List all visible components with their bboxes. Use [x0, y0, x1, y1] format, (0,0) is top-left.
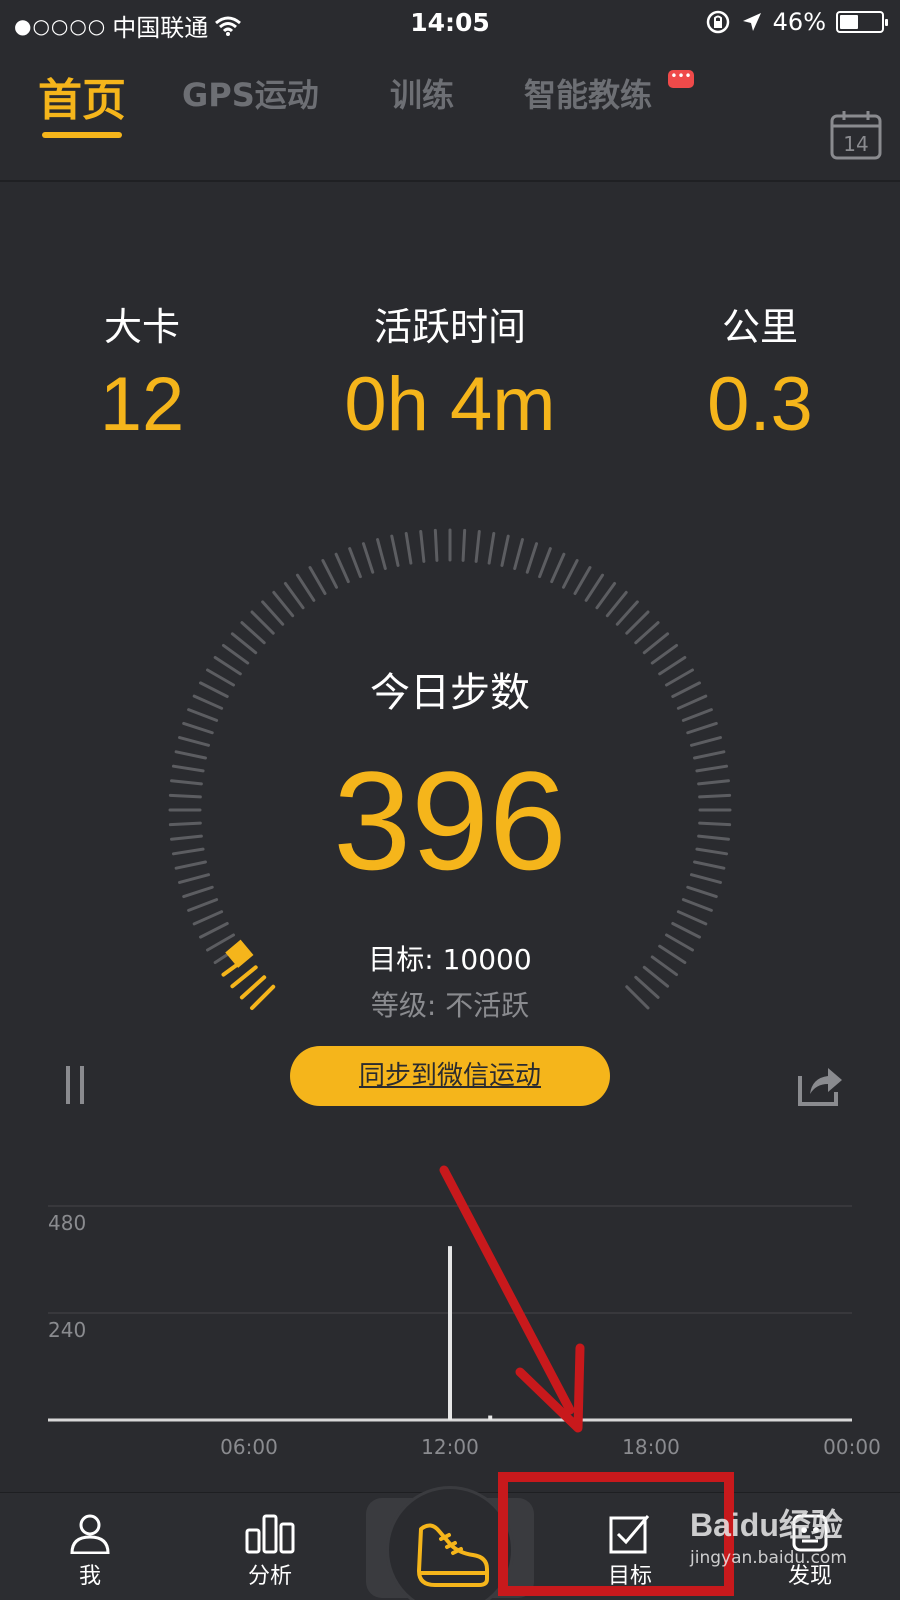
- tabbar-me-label: 我: [78, 1564, 101, 1589]
- shoe-icon: [417, 1523, 489, 1587]
- gauge-tick: [615, 600, 639, 626]
- gauge-tick: [625, 610, 650, 635]
- step-goal: 目标: 10000: [368, 943, 532, 976]
- stat-active-time-value: 0h 4m: [344, 362, 556, 447]
- chart-y-tick-label: 480: [48, 1211, 86, 1235]
- baidu-watermark: Baidu经验 jingyan.baidu.com: [690, 1500, 890, 1590]
- gauge-tick: [671, 921, 701, 939]
- gauge-tick: [376, 538, 387, 571]
- gauge-tick: [250, 610, 275, 635]
- bar-chart-icon: [245, 1514, 295, 1554]
- gauge-tick: [230, 632, 258, 655]
- gauge-tick: [433, 528, 439, 562]
- gauge-tick: [283, 581, 305, 610]
- sync-wechat-button[interactable]: 同步到微信运动: [290, 1046, 610, 1106]
- tab-gps[interactable]: GPS运动: [182, 70, 319, 116]
- tab-training[interactable]: 训练: [390, 70, 454, 116]
- calendar-day: 14: [843, 132, 868, 156]
- stat-distance-value: 0.3: [707, 362, 813, 447]
- battery-icon: [836, 11, 888, 33]
- gauge-tick: [538, 547, 552, 579]
- tab-home[interactable]: 首页: [38, 64, 126, 128]
- annotation-arrow: [439, 1165, 585, 1433]
- tab-coach[interactable]: 智能教练: [524, 70, 652, 116]
- gauge-tick: [487, 531, 496, 565]
- status-bar: ●○○○○ 中国联通 14:05 46%: [0, 0, 900, 46]
- gauge-tick: [261, 600, 285, 626]
- chart-x-tick-label: 18:00: [622, 1435, 680, 1459]
- battery-fill: [840, 15, 859, 29]
- chart-x-tick-label: 00:00: [823, 1435, 881, 1459]
- activity-level: 等级: 不活跃: [370, 989, 530, 1022]
- share-icon[interactable]: [796, 1060, 844, 1108]
- status-right: 46%: [705, 8, 888, 36]
- gauge-tick: [676, 910, 708, 926]
- calendar-icon[interactable]: 14: [830, 110, 882, 160]
- gauge-tick: [561, 559, 579, 589]
- stat-active-time-label: 活跃时间: [373, 305, 526, 349]
- gauge-tick: [419, 530, 426, 563]
- battery-percent: 46%: [772, 8, 826, 36]
- watermark-url: jingyan.baidu.com: [690, 1548, 847, 1568]
- gauge-tick: [361, 542, 375, 574]
- person-icon: [70, 1514, 110, 1554]
- stat-calories-label: 大卡: [103, 305, 180, 349]
- tabbar-me[interactable]: 我: [40, 1512, 140, 1590]
- gauge-tick: [642, 632, 670, 655]
- gauge-tick: [595, 581, 617, 610]
- rotation-lock-icon: [706, 10, 729, 34]
- gauge-tick: [404, 531, 413, 565]
- gauge-title: 今日步数: [370, 670, 530, 716]
- gauge-tick: [634, 621, 660, 645]
- header-divider: [0, 180, 900, 182]
- gauge-tick: [573, 566, 592, 595]
- gauge-tick: [296, 573, 316, 602]
- top-tabs: 首页 GPS运动 训练 智能教练 ••• 14: [0, 60, 900, 180]
- gauge-tick: [474, 530, 481, 563]
- chart-x-tick-label: 06:00: [220, 1435, 278, 1459]
- stat-distance-label: 公里: [721, 305, 798, 349]
- gauge-tick: [525, 542, 539, 574]
- gauge-tick: [686, 721, 718, 735]
- gauge-tick: [584, 573, 604, 602]
- gauge-tick: [272, 590, 295, 618]
- gauge-tick: [500, 534, 510, 567]
- stat-distance: 公里 0.3: [610, 296, 900, 448]
- gauge-tick: [240, 621, 266, 645]
- tabbar-analysis-label: 分析: [247, 1564, 292, 1589]
- gauge-tick: [334, 552, 350, 584]
- gauge-tick: [390, 534, 400, 567]
- gauge-tick: [605, 590, 628, 618]
- chart-y-tick-label: 240: [48, 1318, 86, 1342]
- gauge-tick: [321, 559, 339, 589]
- stat-calories-value: 12: [99, 362, 185, 447]
- gauge-tick: [308, 566, 327, 595]
- stat-calories: 大卡 12: [0, 296, 292, 448]
- tabbar-analysis[interactable]: 分析: [220, 1512, 320, 1590]
- tab-active-indicator: [42, 132, 122, 138]
- watermark-brand: Baidu经验: [690, 1507, 843, 1543]
- step-count: 396: [333, 742, 567, 899]
- gauge-tick: [348, 547, 362, 579]
- gauge-tick: [513, 538, 524, 571]
- stat-active-time: 活跃时间 0h 4m: [300, 296, 600, 448]
- gauge-tick: [550, 552, 566, 584]
- gauge-tick: [199, 921, 229, 939]
- coach-message-badge: •••: [668, 70, 694, 88]
- gauge-tick: [182, 721, 214, 735]
- gauge-tick: [192, 910, 224, 926]
- pause-icon[interactable]: [66, 1066, 88, 1104]
- location-icon: [742, 13, 761, 31]
- gauge-tick: [461, 528, 467, 562]
